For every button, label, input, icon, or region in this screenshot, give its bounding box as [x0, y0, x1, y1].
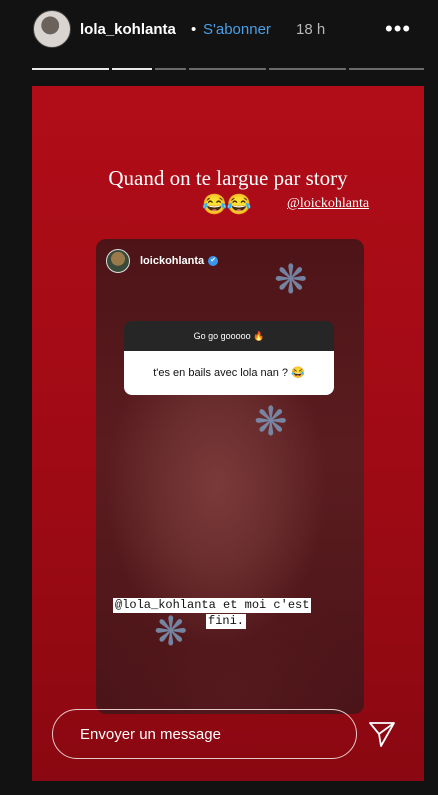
story-caption: Quand on te largue par story	[108, 166, 348, 190]
follow-button[interactable]: S'abonner	[203, 21, 271, 38]
reshared-story-card[interactable]: loickohlanta ✔ ❋ ❋ ❋ Go go gooooo 🔥 t'es…	[96, 239, 364, 714]
story-header: lola_kohlanta • S'abonner 18 h •••	[0, 0, 438, 70]
question-sticker: Go go gooooo 🔥 t'es en bails avec lola n…	[124, 321, 334, 395]
mention-link[interactable]: @loickohlanta	[287, 196, 369, 212]
progress-segment	[32, 68, 109, 70]
overlay-text-line: @lola_kohlanta et moi c'est	[113, 598, 312, 613]
leaf-sticker-icon: ❋	[154, 610, 188, 654]
avatar[interactable]	[33, 10, 71, 48]
progress-segment	[269, 68, 346, 70]
progress-segment	[155, 68, 186, 70]
leaf-sticker-icon: ❋	[254, 400, 288, 444]
card-username: loickohlanta	[140, 255, 205, 267]
message-placeholder: Envoyer un message	[80, 726, 221, 743]
question-text: t'es en bails avec lola nan ? 😂	[124, 351, 334, 395]
separator-dot: •	[191, 21, 197, 38]
leaf-sticker-icon: ❋	[274, 258, 308, 302]
username[interactable]: lola_kohlanta	[80, 21, 176, 38]
question-title: Go go gooooo 🔥	[124, 321, 334, 351]
progress-segment	[349, 68, 424, 70]
card-avatar	[106, 249, 130, 273]
story-content[interactable]: Quand on te largue par story 😂😂 @loickoh…	[32, 86, 424, 781]
card-user[interactable]: loickohlanta ✔	[106, 249, 219, 273]
progress-segment	[189, 68, 266, 70]
post-time: 18 h	[296, 21, 326, 38]
laughing-emoji: 😂😂	[202, 194, 252, 216]
verified-badge-icon: ✔	[208, 256, 219, 266]
more-options-icon[interactable]: •••	[385, 16, 411, 42]
send-icon[interactable]	[367, 719, 397, 749]
message-input[interactable]: Envoyer un message	[52, 709, 357, 759]
overlay-text-line: fini.	[206, 614, 247, 629]
progress-segment	[112, 68, 152, 70]
